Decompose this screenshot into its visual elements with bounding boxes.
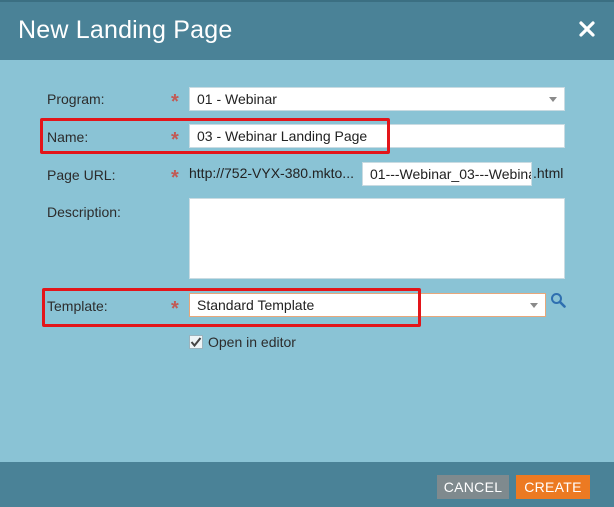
page-url-prefix: http://752-VYX-380.mkto... — [189, 165, 354, 181]
dialog-footer: CANCEL CREATE — [0, 462, 614, 507]
program-label: Program: — [47, 91, 105, 107]
dialog-title: New Landing Page — [18, 16, 233, 44]
name-required-marker: * — [171, 129, 179, 151]
template-required-marker: * — [171, 298, 179, 320]
template-select[interactable]: Standard Template — [189, 293, 546, 317]
search-icon[interactable] — [550, 292, 566, 308]
open-in-editor-checkbox[interactable] — [189, 335, 203, 349]
chevron-down-icon — [530, 303, 538, 308]
program-select-value: 01 - Webinar — [197, 91, 277, 107]
description-label: Description: — [47, 204, 121, 220]
page-url-input[interactable]: 01---Webinar_03---Webinar_Landing_Page — [362, 162, 532, 186]
name-label: Name: — [47, 129, 89, 145]
cancel-button[interactable]: CANCEL — [437, 475, 509, 499]
dialog-titlebar: New Landing Page — [0, 0, 614, 60]
program-required-marker: * — [171, 91, 179, 113]
page-url-suffix: .html — [533, 165, 564, 181]
page-url-label: Page URL: — [47, 167, 116, 183]
template-select-value: Standard Template — [197, 297, 315, 313]
chevron-down-icon — [549, 97, 557, 102]
name-input[interactable]: 03 - Webinar Landing Page — [189, 124, 565, 148]
page-url-required-marker: * — [171, 167, 179, 189]
program-select[interactable]: 01 - Webinar — [189, 87, 565, 111]
close-icon[interactable] — [576, 18, 598, 40]
template-label: Template: — [47, 298, 108, 314]
open-in-editor-label: Open in editor — [208, 334, 296, 350]
description-textarea[interactable] — [189, 198, 565, 279]
create-button[interactable]: CREATE — [516, 475, 590, 499]
